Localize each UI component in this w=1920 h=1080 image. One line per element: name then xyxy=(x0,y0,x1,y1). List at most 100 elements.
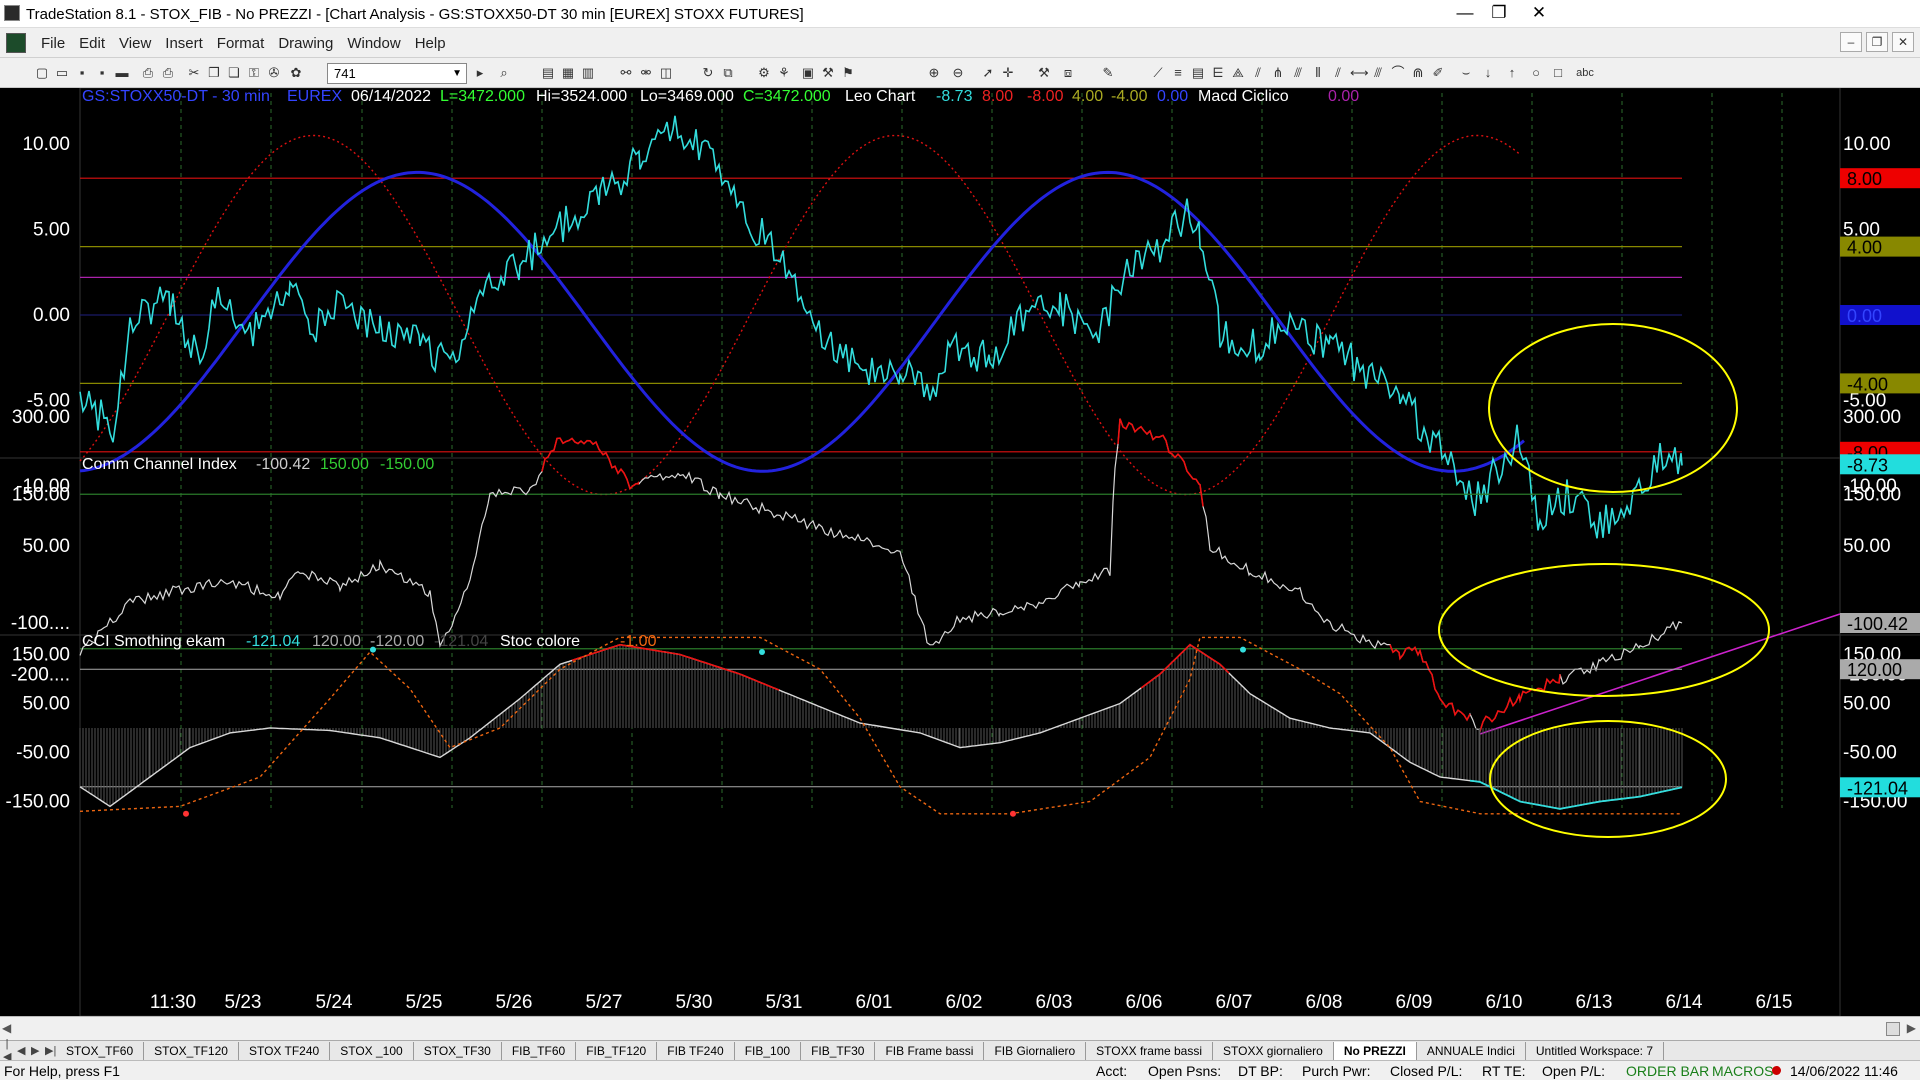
refresh-icon[interactable]: ↻ xyxy=(700,65,716,81)
palette-icon[interactable]: ✿ xyxy=(288,65,304,81)
note-icon[interactable]: ✎ xyxy=(1100,65,1116,81)
speed-lines-icon[interactable]: ⫽ xyxy=(1250,65,1266,81)
fib-icon[interactable]: ⋿ xyxy=(1210,65,1226,81)
lock-icon[interactable]: ⚿ xyxy=(246,65,262,81)
tab-stoxx-frame-bassi[interactable]: STOXX frame bassi xyxy=(1086,1041,1213,1060)
pen-icon[interactable]: ✐ xyxy=(1430,65,1446,81)
mdi-close-button[interactable]: ✕ xyxy=(1892,32,1914,52)
bar-chart-icon[interactable]: ▤ xyxy=(540,65,556,81)
menu-help[interactable]: Help xyxy=(408,35,453,52)
window-icon[interactable]: ◫ xyxy=(658,65,674,81)
pointer-icon[interactable]: ➚ xyxy=(980,65,996,81)
ellipse-arc-icon[interactable]: ⋒ xyxy=(1410,65,1426,81)
zoom-in-icon[interactable]: ⊕ xyxy=(926,65,942,81)
cut-icon[interactable]: ✂ xyxy=(186,65,202,81)
tab-nav-prev[interactable]: ◀ xyxy=(14,1044,28,1057)
strategy-icon[interactable]: ⚘ xyxy=(776,65,792,81)
arrow-down-icon[interactable]: ↓ xyxy=(1480,65,1496,81)
tools-icon[interactable]: ⚒ xyxy=(820,65,836,81)
arrow-up-icon[interactable]: ↑ xyxy=(1504,65,1520,81)
mdi-restore-button[interactable]: ❐ xyxy=(1866,32,1888,52)
paste-icon[interactable]: ❏ xyxy=(226,65,242,81)
alert-icon[interactable]: ⚑ xyxy=(840,65,856,81)
tab-nav-next[interactable]: ▶ xyxy=(28,1044,42,1057)
andrews-icon[interactable]: ⋔ xyxy=(1270,65,1286,81)
channel-icon[interactable]: ▤ xyxy=(1190,65,1206,81)
arc-icon[interactable]: ⌒ xyxy=(1390,65,1406,81)
horizontal-scrollbar[interactable]: ◀ ▶ xyxy=(0,1016,1920,1040)
tab-fib-tf30[interactable]: FIB_TF30 xyxy=(801,1041,876,1060)
tab-stox-tf240[interactable]: STOX TF240 xyxy=(239,1041,331,1060)
tab-stox-tf30[interactable]: STOX_TF30 xyxy=(414,1041,502,1060)
find-icon[interactable]: ⌕ xyxy=(496,65,512,81)
symbol-combo[interactable]: 741 ▼ xyxy=(327,63,467,84)
tab-fib-tf120[interactable]: FIB_TF120 xyxy=(576,1041,658,1060)
close-button[interactable]: ✕ xyxy=(1516,0,1562,28)
fib-time-icon[interactable]: ⦀ xyxy=(1310,65,1326,81)
play-icon[interactable]: ▸ xyxy=(472,65,488,81)
tab-stoxx-giornaliero[interactable]: STOXX giornaliero xyxy=(1213,1041,1334,1060)
chart-analysis-area[interactable]: 10.00 5.00 0.00 -5.00 -10.00 10.00 5.00 -5.00 -1… xyxy=(0,88,1920,1016)
tab-fib-frame-bassi[interactable]: FIB Frame bassi xyxy=(875,1041,985,1060)
tab-fib-tf240[interactable]: FIB TF240 xyxy=(657,1041,735,1060)
hammer-icon[interactable]: ⚒ xyxy=(1036,65,1052,81)
new-icon[interactable]: ▢ xyxy=(34,65,50,81)
gann-icon[interactable]: ⟁ xyxy=(1230,65,1246,81)
copy-icon[interactable]: ❐ xyxy=(206,65,222,81)
link-icon[interactable]: ⚯ xyxy=(618,65,634,81)
ellipse-icon[interactable]: ○ xyxy=(1528,65,1544,81)
table-icon[interactable]: ▥ xyxy=(580,65,596,81)
folder-icon[interactable]: ▬ xyxy=(114,65,130,81)
grid-icon[interactable]: ▦ xyxy=(560,65,576,81)
menu-drawing[interactable]: Drawing xyxy=(271,35,340,52)
status-macros[interactable]: MACROS xyxy=(1712,1063,1773,1079)
chart-link-icon[interactable]: ⚮ xyxy=(638,65,654,81)
tab-untitled-workspace[interactable]: Untitled Workspace: 7 xyxy=(1526,1041,1665,1060)
crosshair-icon[interactable]: ✛ xyxy=(1000,65,1016,81)
open-icon[interactable]: ▭ xyxy=(54,65,70,81)
print-preview-icon[interactable]: ⎙ xyxy=(160,65,176,81)
scroll-left-icon[interactable]: ◀ xyxy=(2,1021,11,1035)
indicator-icon[interactable]: ⚙ xyxy=(756,65,772,81)
mdi-minimize-button[interactable]: – xyxy=(1840,32,1862,52)
menu-view[interactable]: View xyxy=(112,35,158,52)
tab-no-prezzi[interactable]: No PREZZI xyxy=(1333,1041,1417,1060)
format-icon[interactable]: ✇ xyxy=(266,65,282,81)
save-icon[interactable]: ▪ xyxy=(74,65,90,81)
tab-fib-tf60[interactable]: FIB_TF60 xyxy=(502,1041,577,1060)
layout-icon[interactable]: ⧉ xyxy=(720,65,736,81)
tab-nav-last[interactable]: ▶| xyxy=(42,1044,56,1057)
menu-edit[interactable]: Edit xyxy=(72,35,112,52)
parallel-icon[interactable]: ⫻ xyxy=(1370,65,1386,81)
tab-fib-100[interactable]: FIB_100 xyxy=(735,1041,802,1060)
tab-stox-100[interactable]: STOX _100 xyxy=(330,1041,414,1060)
tab-annuale-indici[interactable]: ANNUALE Indici xyxy=(1417,1041,1526,1060)
status-order-bar[interactable]: ORDER BAR xyxy=(1626,1063,1709,1079)
hline-icon[interactable]: ≡ xyxy=(1170,65,1186,81)
menu-format[interactable]: Format xyxy=(210,35,272,52)
price-header-text: EUREX xyxy=(287,88,342,105)
chevron-down-icon[interactable]: ▼ xyxy=(452,64,462,83)
tab-fib-giornaliero[interactable]: FIB Giornaliero xyxy=(984,1041,1087,1060)
arrows-icon[interactable]: ⟷ xyxy=(1350,65,1369,81)
print-icon[interactable]: ⎙ xyxy=(140,65,156,81)
chart-svg[interactable]: 10.005.000.00-5.00-10.0010.005.00-5.00-1… xyxy=(0,88,1920,1016)
regression-icon[interactable]: ⫽ xyxy=(1330,65,1346,81)
tab-stox-tf60[interactable]: STOX_TF60 xyxy=(56,1041,145,1060)
trendline-icon[interactable]: ⟋ xyxy=(1150,65,1166,81)
save-all-icon[interactable]: ▪ xyxy=(94,65,110,81)
scanner-icon[interactable]: ▣ xyxy=(800,65,816,81)
menu-insert[interactable]: Insert xyxy=(158,35,210,52)
chart-window-icon[interactable] xyxy=(6,33,26,53)
text-icon[interactable]: abc xyxy=(1574,65,1596,81)
tab-stox-tf120[interactable]: STOX_TF120 xyxy=(144,1041,239,1060)
data-window-icon[interactable]: ⧈ xyxy=(1060,65,1076,81)
curve-icon[interactable]: ⌣ xyxy=(1458,65,1474,81)
scroll-right-icon[interactable]: ▶ xyxy=(1907,1021,1916,1035)
menu-file[interactable]: File xyxy=(34,35,72,52)
scroll-thumb[interactable] xyxy=(1886,1022,1900,1036)
menu-window[interactable]: Window xyxy=(340,35,407,52)
rectangle-icon[interactable]: □ xyxy=(1550,65,1566,81)
zoom-out-icon[interactable]: ⊖ xyxy=(950,65,966,81)
fib-fan-icon[interactable]: ⫻ xyxy=(1290,65,1306,81)
